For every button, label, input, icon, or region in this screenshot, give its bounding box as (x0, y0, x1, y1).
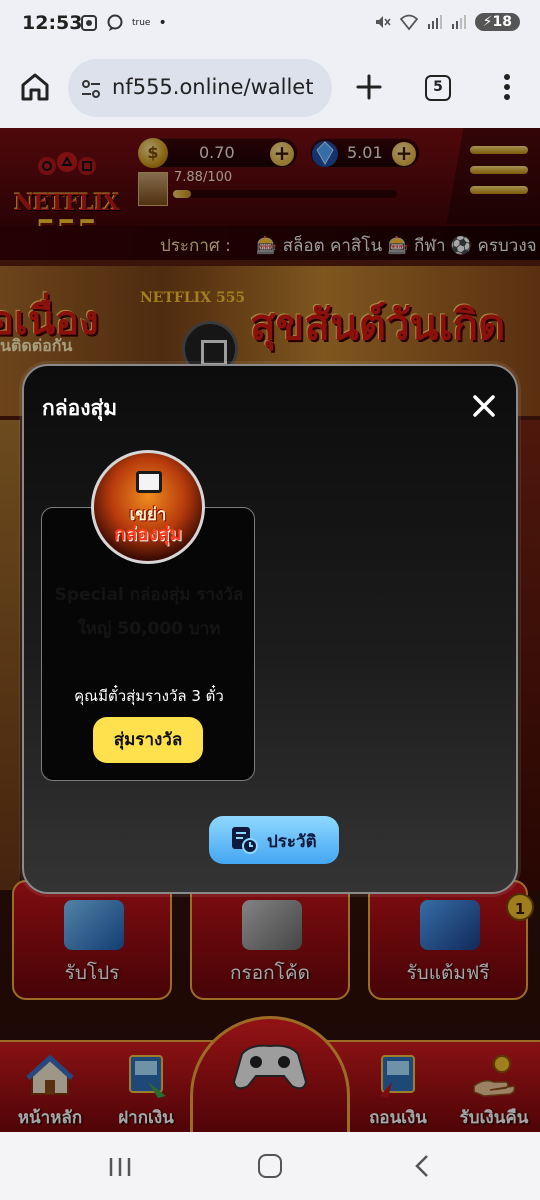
more-options-icon[interactable] (495, 72, 519, 102)
recent-apps-icon[interactable] (108, 1156, 132, 1178)
site-settings-icon[interactable] (80, 78, 102, 100)
draw-prize-button[interactable]: สุ่มรางวัล (93, 717, 203, 763)
status-right-icons: ⚡18 (373, 13, 520, 31)
tab-switcher-button[interactable]: 5 (425, 75, 451, 101)
new-tab-icon[interactable] (352, 70, 386, 104)
mystery-box-image: เขย่า กล่องสุ่ม (91, 450, 205, 564)
chat-bubble-icon (107, 14, 123, 31)
status-bar: 12:53 true • ⚡18 (0, 0, 540, 50)
close-icon[interactable] (470, 392, 498, 420)
system-home-icon[interactable] (258, 1154, 282, 1178)
back-icon[interactable] (412, 1154, 432, 1178)
mystery-box-dialog: กล่องสุ่ม Special กล่องสุ่ม รางวัลใหญ่ 5… (22, 364, 518, 894)
screen: 12:53 true • ⚡18 nf555.online/wallet 5 N… (0, 0, 540, 1200)
wifi-icon (399, 14, 418, 31)
battery-indicator: ⚡18 (474, 13, 520, 31)
system-nav-bar (0, 1132, 540, 1200)
mute-icon (375, 16, 391, 28)
history-icon (232, 827, 258, 854)
address-bar[interactable]: nf555.online/wallet (68, 59, 332, 117)
url-text[interactable]: nf555.online/wallet (112, 75, 313, 99)
battery-level: 18 (492, 14, 512, 30)
ticket-count-text: คุณมีตั๋วสุ่มรางวัล 3 ตั๋ว (74, 687, 224, 705)
mini-app-label: true (132, 18, 151, 28)
dot-icon: • (158, 15, 167, 31)
status-time: 12:53 (22, 12, 83, 34)
screenshot-icon (81, 15, 97, 31)
signal-icon-1 (427, 15, 442, 29)
status-left-icons: true • (80, 14, 167, 32)
tv-head-icon (136, 471, 162, 493)
history-label: ประวัติ (267, 832, 317, 852)
browser-toolbar: nf555.online/wallet 5 (0, 50, 540, 128)
box-image-subtitle: กล่องสุ่ม (114, 523, 182, 545)
dialog-title: กล่องสุ่ม (42, 396, 118, 420)
history-button[interactable]: ประวัติ (209, 816, 339, 864)
box-name: Special กล่องสุ่ม รางวัลใหญ่ 50,000 บาท (54, 585, 244, 639)
home-icon[interactable] (18, 70, 52, 104)
signal-icon-2 (451, 15, 466, 29)
